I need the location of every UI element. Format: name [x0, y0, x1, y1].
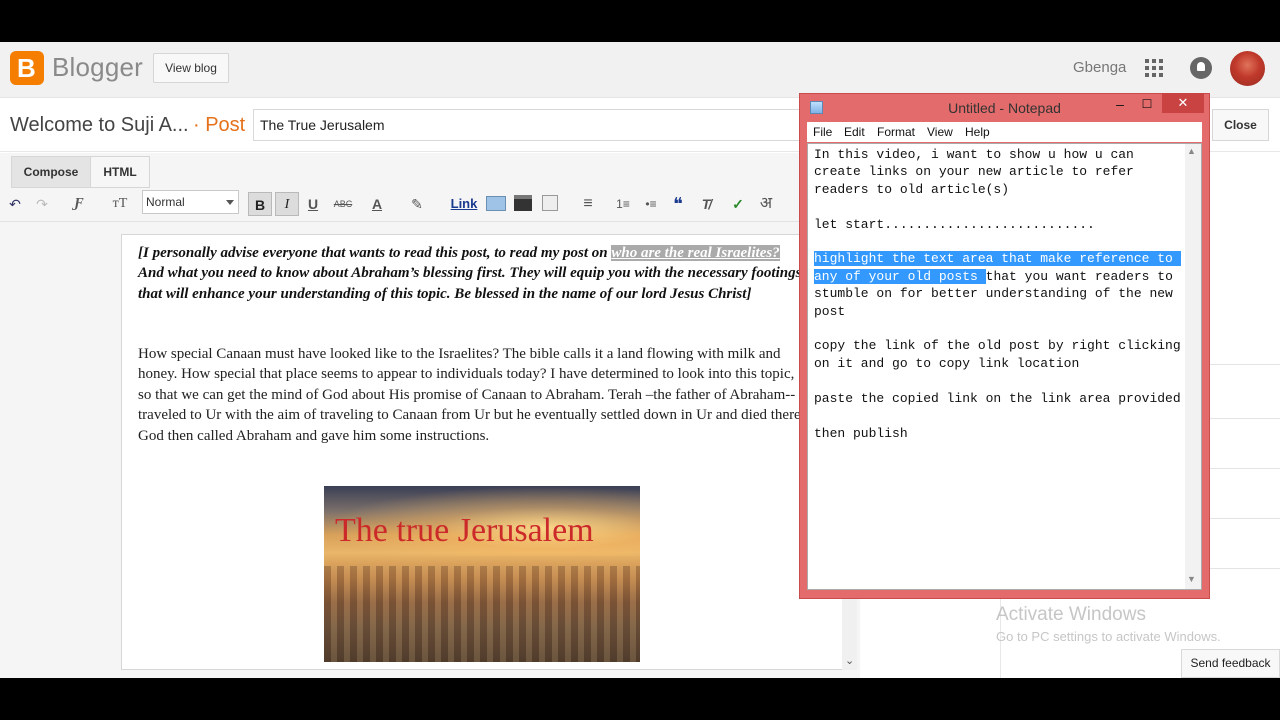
close-button[interactable]: Close: [1212, 109, 1269, 141]
activate-windows-title: Activate Windows: [996, 604, 1146, 625]
notepad-text-before: In this video, i want to show u how u ca…: [814, 147, 1134, 232]
notepad-scrollbar[interactable]: [1185, 144, 1201, 589]
menu-help[interactable]: Help: [965, 125, 990, 139]
link-button[interactable]: Link: [448, 192, 480, 216]
divider: [1200, 364, 1280, 365]
transliteration-icon[interactable]: अ: [756, 192, 776, 216]
insert-image-icon[interactable]: [486, 196, 506, 211]
tab-html[interactable]: HTML: [90, 156, 150, 188]
activate-windows-subtitle: Go to PC settings to activate Windows.: [996, 629, 1221, 644]
redo-icon[interactable]: ↷: [32, 192, 52, 216]
close-window-icon[interactable]: ✕: [1162, 93, 1204, 113]
screen: B Blogger View blog Gbenga Welcome to Su…: [0, 42, 1280, 678]
italic-button[interactable]: I: [275, 192, 299, 216]
menu-format[interactable]: Format: [877, 125, 915, 139]
menu-file[interactable]: File: [813, 125, 832, 139]
clear-formatting-icon[interactable]: T̸: [696, 192, 716, 216]
scroll-up-arrow-icon[interactable]: ▲: [1187, 146, 1196, 156]
avatar[interactable]: [1230, 51, 1265, 86]
underline-button[interactable]: U: [303, 192, 323, 216]
post-label: · Post: [193, 114, 246, 136]
scroll-down-arrow-icon[interactable]: ▼: [1187, 574, 1196, 584]
blogger-wordmark[interactable]: Blogger: [52, 52, 143, 83]
notepad-menubar: [807, 122, 1202, 142]
apps-grid-icon[interactable]: [1145, 59, 1163, 77]
old-post-link[interactable]: who are the real Israelites?: [611, 245, 780, 261]
divider: [1200, 418, 1280, 419]
undo-icon[interactable]: ↶: [5, 192, 25, 216]
minimize-icon[interactable]: –: [1107, 96, 1133, 114]
tab-compose[interactable]: Compose: [11, 156, 91, 188]
blogger-logo-icon[interactable]: B: [10, 51, 44, 85]
maximize-icon[interactable]: ☐: [1134, 96, 1160, 114]
numbered-list-icon[interactable]: 1≡: [612, 192, 634, 216]
spellcheck-icon[interactable]: ✓: [728, 192, 748, 216]
post-title-input[interactable]: The True Jerusalem: [253, 109, 813, 141]
notifications-bell-icon[interactable]: [1190, 57, 1212, 79]
body-paragraph[interactable]: How special Canaan must have looked like…: [138, 344, 808, 446]
intro-text-start: [I personally advise everyone that wants…: [138, 245, 612, 261]
bold-button[interactable]: B: [248, 192, 272, 216]
align-icon[interactable]: ≡: [574, 192, 602, 216]
insert-video-icon[interactable]: [514, 195, 532, 211]
paragraph-format-select[interactable]: Normal: [142, 190, 239, 214]
menu-edit[interactable]: Edit: [844, 125, 865, 139]
bulleted-list-icon[interactable]: •≡: [640, 192, 662, 216]
divider: [1200, 568, 1280, 569]
post-image-caption: The true Jerusalem: [335, 512, 594, 549]
intro-text-end: And what you need to know about Abraham’…: [138, 265, 802, 302]
username[interactable]: Gbenga: [1073, 59, 1126, 76]
strikethrough-button[interactable]: ABC: [330, 192, 356, 216]
blog-name[interactable]: Welcome to Suji A...: [10, 114, 189, 137]
divider: [1200, 468, 1280, 469]
insert-jump-break-icon[interactable]: [542, 195, 558, 211]
send-feedback-button[interactable]: Send feedback: [1181, 649, 1280, 678]
font-family-icon[interactable]: Ƒ: [64, 192, 94, 216]
intro-paragraph[interactable]: [I personally advise everyone that wants…: [138, 243, 808, 304]
quote-icon[interactable]: ❝: [668, 192, 688, 216]
notepad-content[interactable]: In this video, i want to show u how u ca…: [814, 146, 1182, 442]
text-color-icon[interactable]: A: [364, 192, 390, 216]
divider: [1200, 518, 1280, 519]
scroll-down-arrow-icon[interactable]: ⌄: [845, 654, 854, 667]
notepad-text-after: that you want readers to stumble on for …: [814, 268, 1181, 441]
menu-view[interactable]: View: [927, 125, 953, 139]
highlight-color-icon[interactable]: ✎: [404, 192, 430, 216]
view-blog-button[interactable]: View blog: [153, 53, 229, 83]
font-size-icon[interactable]: тT: [104, 192, 136, 216]
